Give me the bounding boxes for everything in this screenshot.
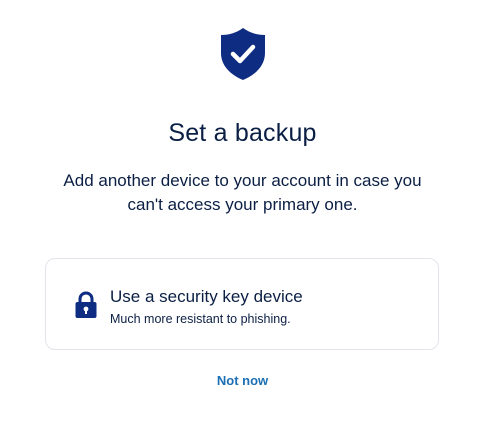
shield-check-icon (221, 28, 265, 80)
page-title: Set a backup (168, 119, 317, 147)
lock-icon (75, 291, 97, 318)
option-title: Use a security key device (110, 287, 303, 306)
not-now-link[interactable]: Not now (0, 373, 485, 389)
page-subtitle: Add another device to your account in ca… (63, 171, 422, 214)
security-key-option[interactable]: Use a security key device Much more resi… (45, 258, 439, 350)
option-description: Much more resistant to phishing. (110, 312, 291, 326)
backup-setup-page: Set a backup Add another device to your … (0, 0, 495, 424)
